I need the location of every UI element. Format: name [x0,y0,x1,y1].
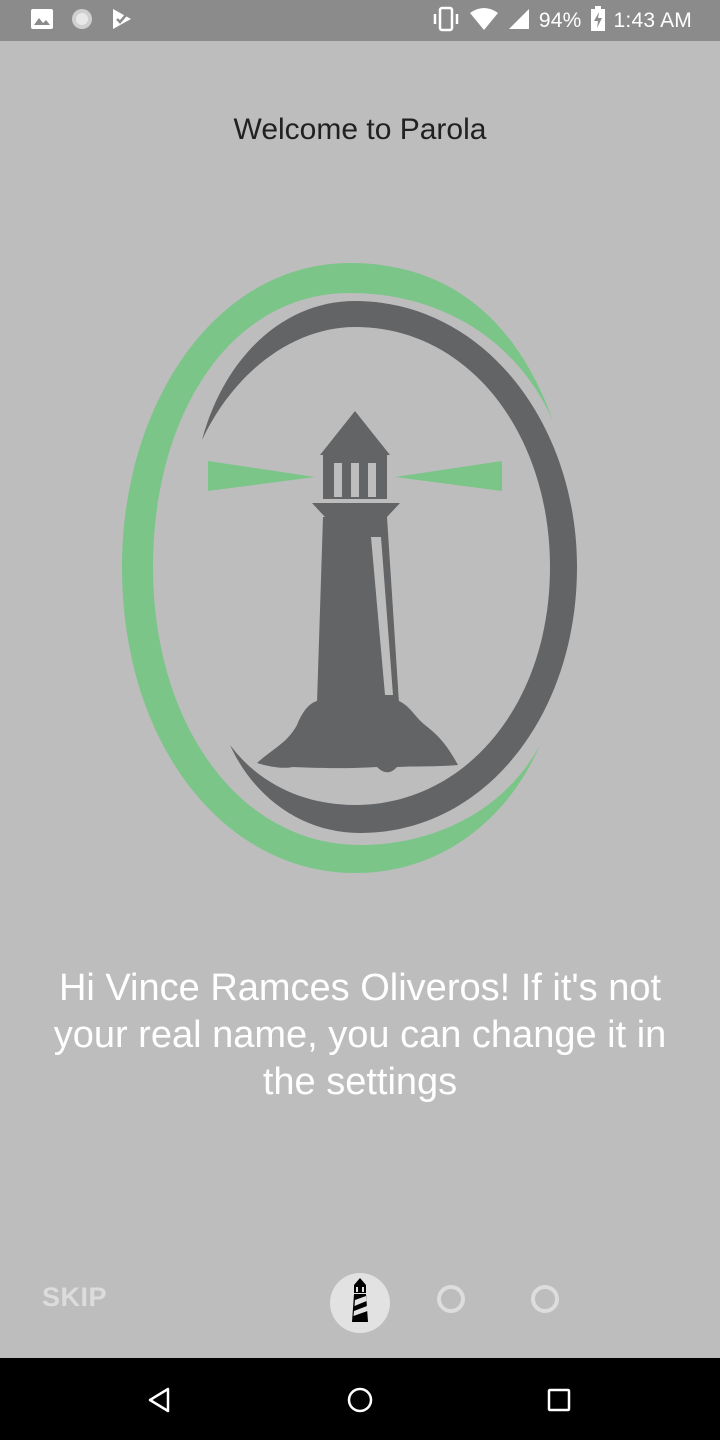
logo-rocks [257,701,458,773]
welcome-message: Hi Vince Ramces Oliveros! If it's not yo… [53,967,667,1103]
status-left-icons [30,7,134,35]
navigation-bar [0,1358,720,1440]
signal-icon [507,7,531,36]
clock: 1:43 AM [613,9,692,32]
spinner-icon [70,7,94,36]
logo-lantern-roof [320,411,390,455]
page-indicator-dot[interactable] [437,1285,465,1313]
image-icon [30,8,54,35]
recents-icon[interactable] [541,1382,577,1418]
logo-gallery [312,503,400,517]
battery-icon [590,5,606,37]
logo-beam-right [395,461,502,491]
page-title: Welcome to Parola [233,113,487,146]
page-indicator-dot[interactable] [531,1285,559,1313]
wifi-icon [469,7,499,36]
status-bar: 94% 1:43 AM [0,0,720,41]
lighthouse-icon [349,1277,371,1329]
home-icon[interactable] [342,1382,378,1418]
logo-beam-left [208,461,315,491]
back-icon[interactable] [142,1382,178,1418]
page-indicator-active[interactable] [330,1273,390,1333]
battery-percentage: 94% [538,9,582,32]
status-right-icons: 94% 1:43 AM [431,5,692,37]
vibrate-icon [431,6,461,37]
skip-button[interactable]: SKIP [42,1282,107,1313]
lighthouse-logo [115,255,585,880]
play-check-icon [110,7,134,36]
